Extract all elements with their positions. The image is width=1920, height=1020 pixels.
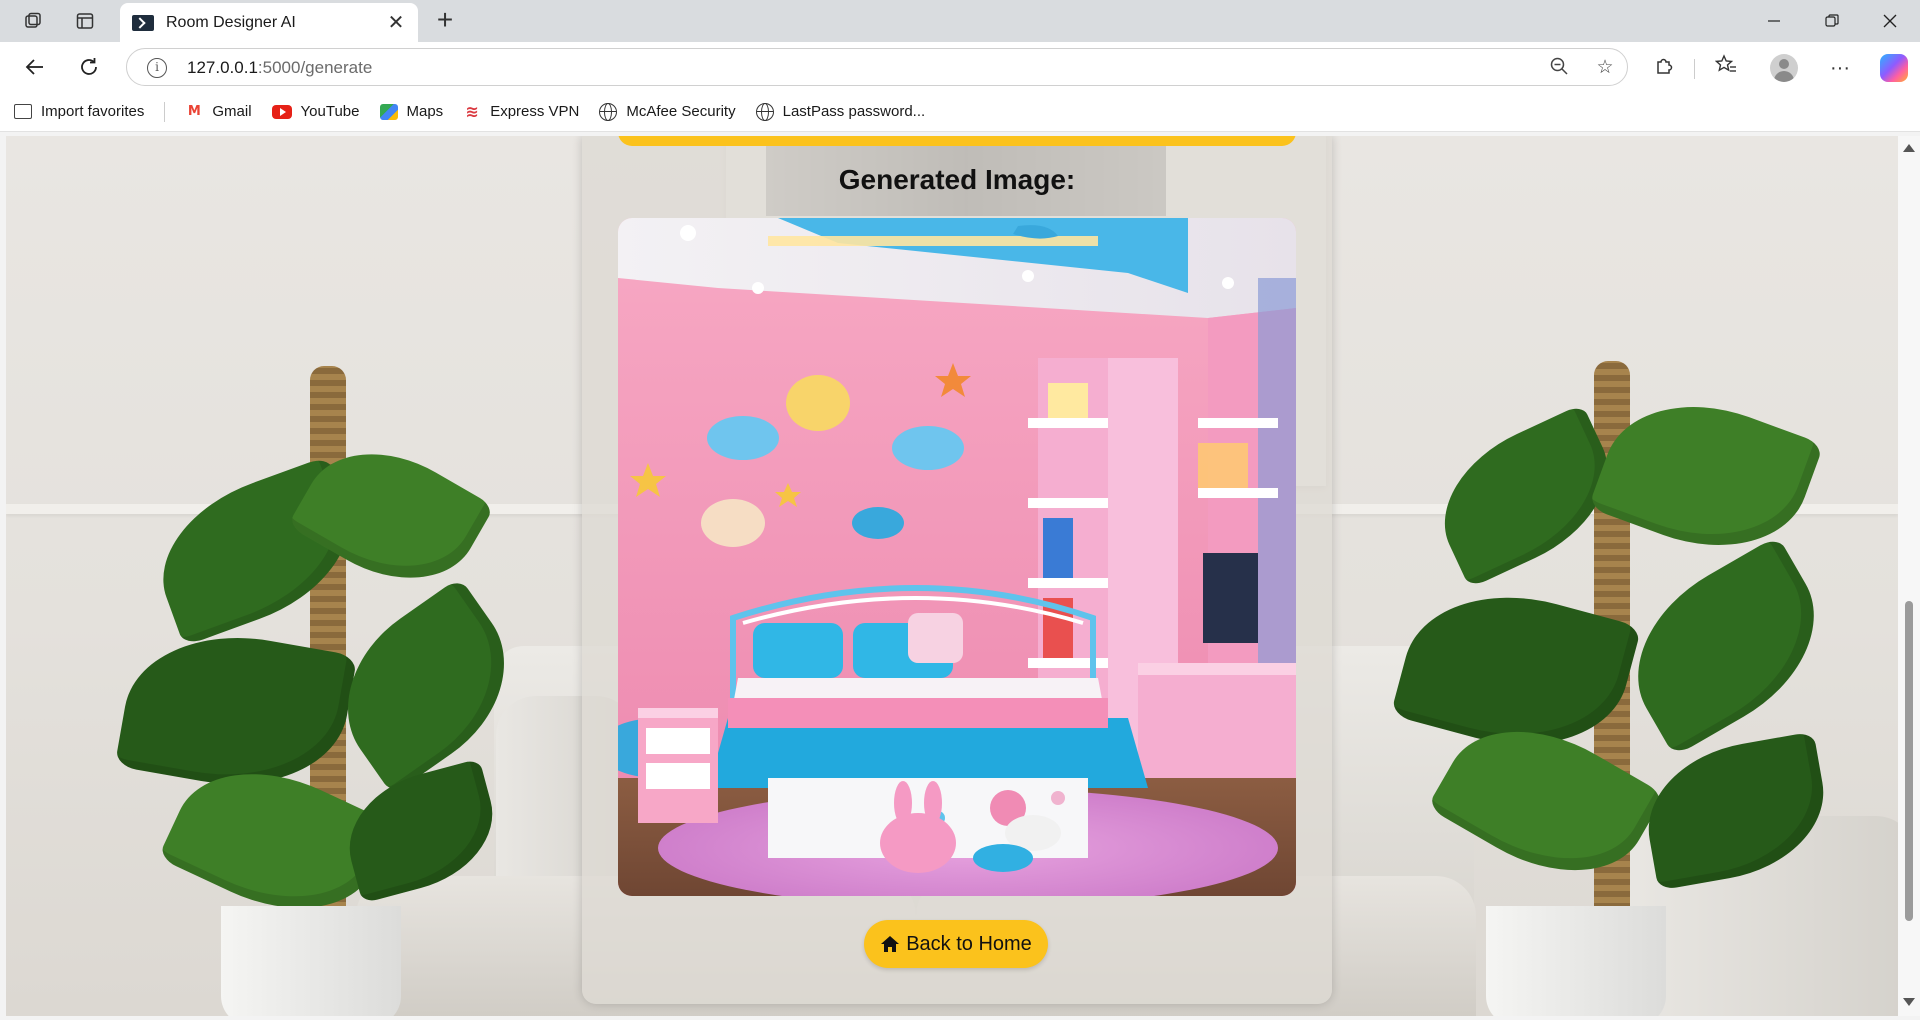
page-scrollbar[interactable] <box>1898 136 1920 1016</box>
plant-pot <box>1486 906 1666 1016</box>
favorites-icon[interactable] <box>1712 54 1740 82</box>
favorites-divider <box>164 101 166 122</box>
toolbar-divider <box>1694 59 1695 79</box>
favorite-mcafee[interactable]: McAfee Security <box>599 102 736 121</box>
favorite-label: Gmail <box>212 103 252 120</box>
plant-pot <box>221 906 401 1016</box>
zoom-out-icon[interactable] <box>1547 56 1571 80</box>
close-window-icon[interactable] <box>1868 6 1912 36</box>
favorite-label: McAfee Security <box>626 103 736 120</box>
generated-room-image <box>618 218 1296 896</box>
tab-actions-icon[interactable] <box>70 8 100 34</box>
url-text: 127.0.0.1:5000/generate <box>187 58 373 77</box>
youtube-icon <box>271 104 292 119</box>
tab-title: Room Designer AI <box>166 13 296 31</box>
favorite-star-icon[interactable]: ☆ <box>1593 56 1617 80</box>
page-title: Generated Image: <box>838 164 1076 195</box>
generate-button[interactable] <box>618 136 1296 146</box>
favorite-label: LastPass password... <box>782 103 926 120</box>
terminal-icon <box>132 14 154 31</box>
favorite-youtube[interactable]: YouTube <box>271 103 360 120</box>
plant-leaf <box>1604 535 1848 757</box>
maps-icon <box>379 103 398 120</box>
scroll-thumb[interactable] <box>1905 601 1913 921</box>
active-tab[interactable]: Room Designer AI ✕ <box>120 3 418 42</box>
scroll-down-icon[interactable] <box>1903 998 1915 1006</box>
gmail-icon: M <box>187 104 201 119</box>
page-viewport: Generated Image: Back to Home <box>6 136 1898 1016</box>
favorites-bar: Import favorites M Gmail YouTube Maps ≋ … <box>0 92 1920 132</box>
restore-icon[interactable] <box>1810 6 1854 36</box>
favorite-lastpass[interactable]: LastPass password... <box>755 102 926 121</box>
new-tab-icon[interactable]: + <box>430 6 460 34</box>
refresh-icon[interactable] <box>72 51 106 83</box>
close-tab-icon[interactable]: ✕ <box>384 10 408 35</box>
favorite-label: YouTube <box>300 103 360 120</box>
back-to-home-button[interactable]: Back to Home <box>864 920 1048 968</box>
scroll-up-icon[interactable] <box>1903 144 1915 152</box>
globe-icon <box>599 102 618 121</box>
favorite-label: Maps <box>406 103 444 120</box>
back-to-home-label: Back to Home <box>906 932 1032 955</box>
site-info-icon[interactable]: i <box>147 58 167 78</box>
globe-icon <box>755 102 774 121</box>
favorite-label: Express VPN <box>490 103 580 120</box>
more-options-icon[interactable]: ··· <box>1826 54 1854 82</box>
back-icon[interactable] <box>18 51 52 83</box>
result-card: Generated Image: Back to Home <box>582 136 1332 1004</box>
favorite-maps[interactable]: Maps <box>379 103 444 120</box>
favorite-expressvpn[interactable]: ≋ Express VPN <box>463 103 580 121</box>
profile-avatar[interactable] <box>1770 54 1798 82</box>
browser-toolbar: i 127.0.0.1:5000/generate ☆ ··· <box>0 42 1920 92</box>
favorite-gmail[interactable]: M Gmail <box>185 103 252 120</box>
favorite-label: Import favorites <box>41 103 145 120</box>
copilot-icon[interactable] <box>1880 54 1908 82</box>
minimize-icon[interactable] <box>1752 6 1796 36</box>
tab-strip: Room Designer AI ✕ + <box>0 0 1920 42</box>
home-icon <box>880 935 900 953</box>
expressvpn-icon: ≋ <box>465 103 479 121</box>
extensions-icon[interactable] <box>1650 54 1678 82</box>
workspaces-icon[interactable] <box>18 8 48 34</box>
favorite-import[interactable]: Import favorites <box>14 103 144 120</box>
import-icon <box>14 104 32 119</box>
address-bar[interactable]: i 127.0.0.1:5000/generate ☆ <box>126 48 1628 86</box>
